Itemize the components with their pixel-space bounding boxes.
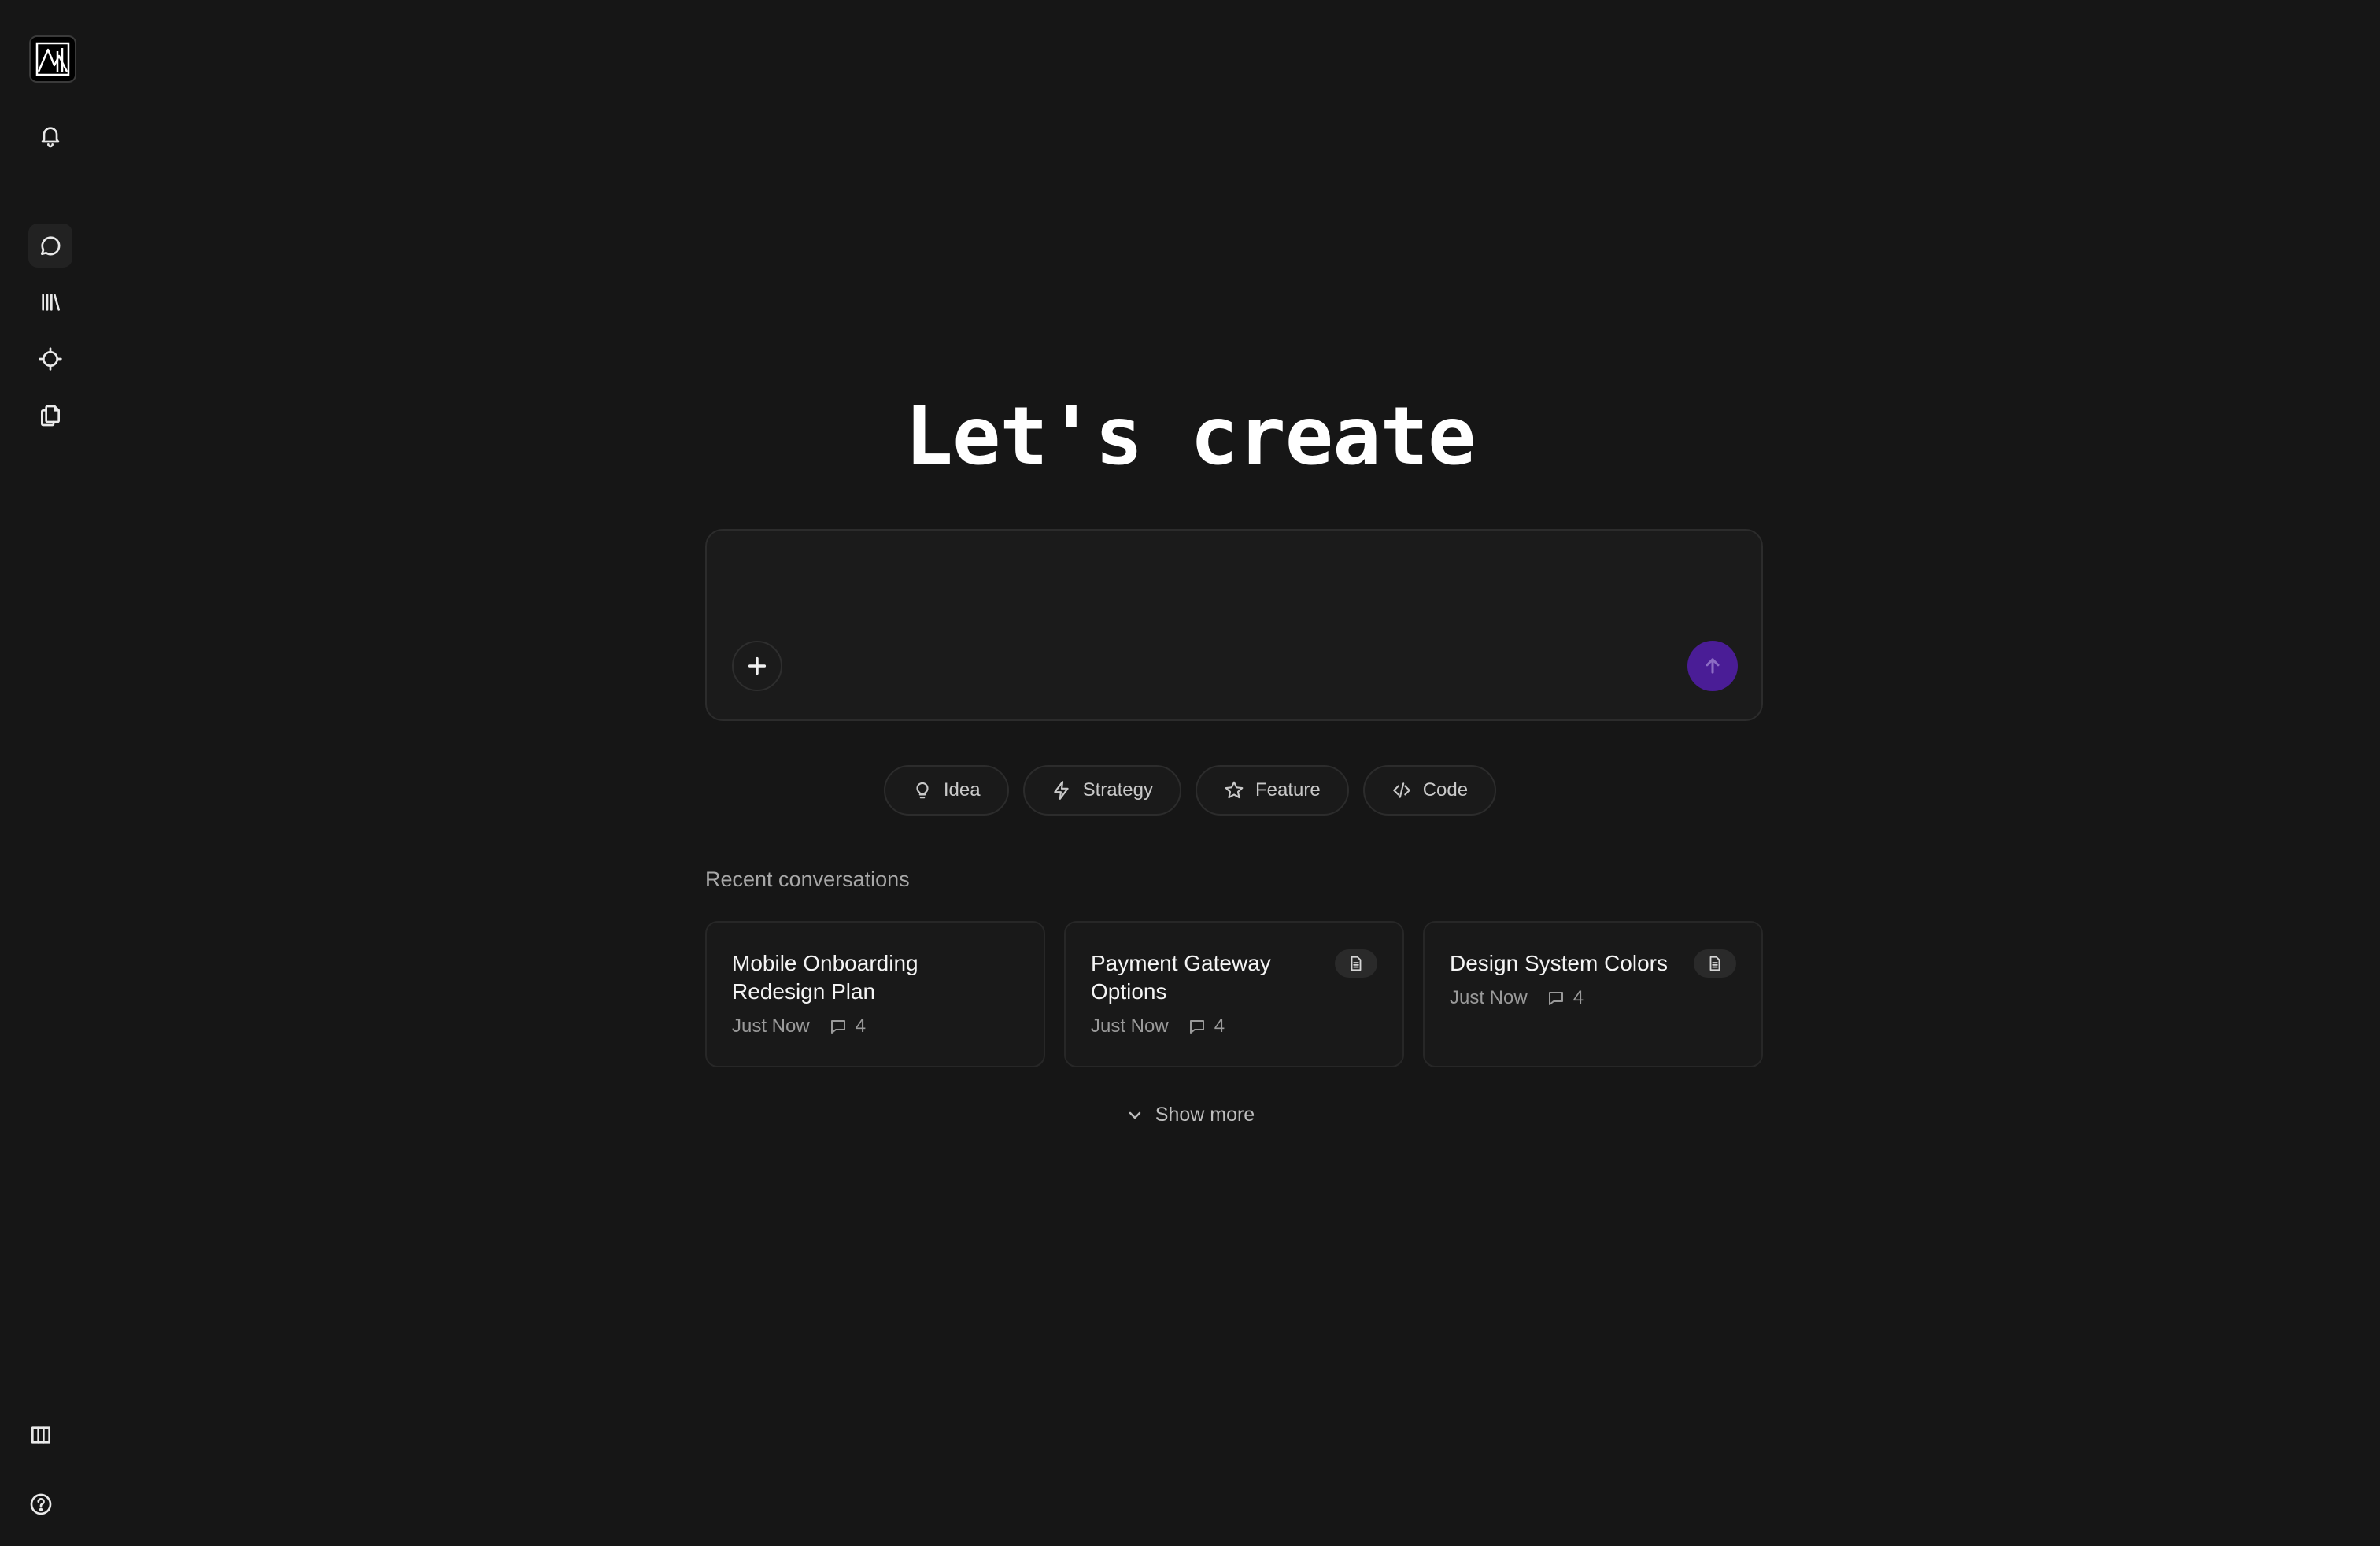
conversation-title: Design System Colors xyxy=(1450,951,1668,975)
library-icon xyxy=(42,294,60,311)
chip-feature[interactable]: Feature xyxy=(1196,765,1349,816)
message-count: 4 xyxy=(1547,987,1584,1009)
plus-icon xyxy=(748,656,767,675)
chip-label: Feature xyxy=(1255,779,1321,801)
help-circle-icon xyxy=(30,1493,52,1515)
sidebar-item-target[interactable] xyxy=(28,337,72,381)
star-icon xyxy=(1225,781,1244,799)
conversation-title: Mobile Onboarding Redesign Plan xyxy=(732,951,918,1004)
columns-layout-icon xyxy=(31,1426,50,1444)
message-icon xyxy=(1548,992,1563,1005)
show-more-button[interactable]: Show more xyxy=(1125,1104,1255,1126)
notifications-button[interactable] xyxy=(28,113,72,157)
lightning-icon xyxy=(1053,781,1069,800)
sidebar-item-library[interactable] xyxy=(28,280,72,324)
app-logo[interactable] xyxy=(29,35,76,83)
bell-icon xyxy=(41,127,60,148)
message-icon xyxy=(1189,1020,1204,1034)
message-icon xyxy=(830,1020,845,1034)
chip-label: Strategy xyxy=(1082,779,1153,801)
show-more-label: Show more xyxy=(1155,1104,1255,1126)
document-badge xyxy=(1694,949,1736,978)
toggle-layout-button[interactable] xyxy=(19,1413,63,1457)
message-count-value: 4 xyxy=(1214,1015,1225,1037)
document-icon xyxy=(1351,956,1362,971)
document-icon xyxy=(1709,956,1720,971)
conversation-time: Just Now xyxy=(732,1015,810,1037)
conversation-card[interactable]: Payment Gateway Options Just Now 4 xyxy=(1064,921,1404,1067)
crosshair-icon xyxy=(39,347,62,371)
show-more-row: Show more xyxy=(0,1104,2380,1126)
arrow-up-icon xyxy=(1706,658,1720,674)
recent-conversations-list: Mobile Onboarding Redesign Plan Just Now… xyxy=(705,921,1763,1067)
message-count-value: 4 xyxy=(855,1015,867,1037)
message-count: 4 xyxy=(1188,1015,1225,1037)
add-attachment-button[interactable] xyxy=(732,641,782,691)
prompt-chips: Idea Strategy Feature Code xyxy=(0,765,2380,816)
message-composer xyxy=(705,529,1763,721)
conversation-time: Just Now xyxy=(1450,987,1528,1008)
document-badge xyxy=(1335,949,1377,978)
mountain-chart-logo-icon xyxy=(35,42,70,76)
page-title: Let's create xyxy=(904,390,1476,483)
chip-code[interactable]: Code xyxy=(1362,765,1497,816)
chip-label: Idea xyxy=(943,779,981,801)
app-window: Let's create Idea Strategy Feature Code … xyxy=(0,0,2380,1546)
message-input[interactable] xyxy=(732,554,1735,636)
conversation-card[interactable]: Mobile Onboarding Redesign Plan Just Now… xyxy=(705,921,1045,1067)
message-count: 4 xyxy=(829,1015,866,1037)
lightbulb-icon xyxy=(916,782,929,799)
conversation-title: Payment Gateway Options xyxy=(1091,951,1271,1004)
conversation-card[interactable]: Design System Colors Just Now 4 xyxy=(1423,921,1763,1067)
conversation-time: Just Now xyxy=(1091,1015,1169,1037)
chat-bubble-icon xyxy=(41,236,61,256)
sidebar-item-chat[interactable] xyxy=(28,224,72,268)
chevron-down-icon xyxy=(1129,1111,1141,1119)
conversation-meta: Just Now 4 xyxy=(1450,987,1736,1009)
code-icon xyxy=(1392,782,1410,798)
conversation-meta: Just Now 4 xyxy=(732,1015,1018,1037)
chip-label: Code xyxy=(1422,779,1469,801)
conversation-meta: Just Now 4 xyxy=(1091,1015,1377,1037)
help-button[interactable] xyxy=(19,1482,63,1526)
chip-strategy[interactable]: Strategy xyxy=(1022,765,1181,816)
recent-conversations-heading: Recent conversations xyxy=(705,867,910,891)
send-button[interactable] xyxy=(1687,641,1738,691)
message-count-value: 4 xyxy=(1572,987,1584,1008)
chip-idea[interactable]: Idea xyxy=(883,765,1009,816)
